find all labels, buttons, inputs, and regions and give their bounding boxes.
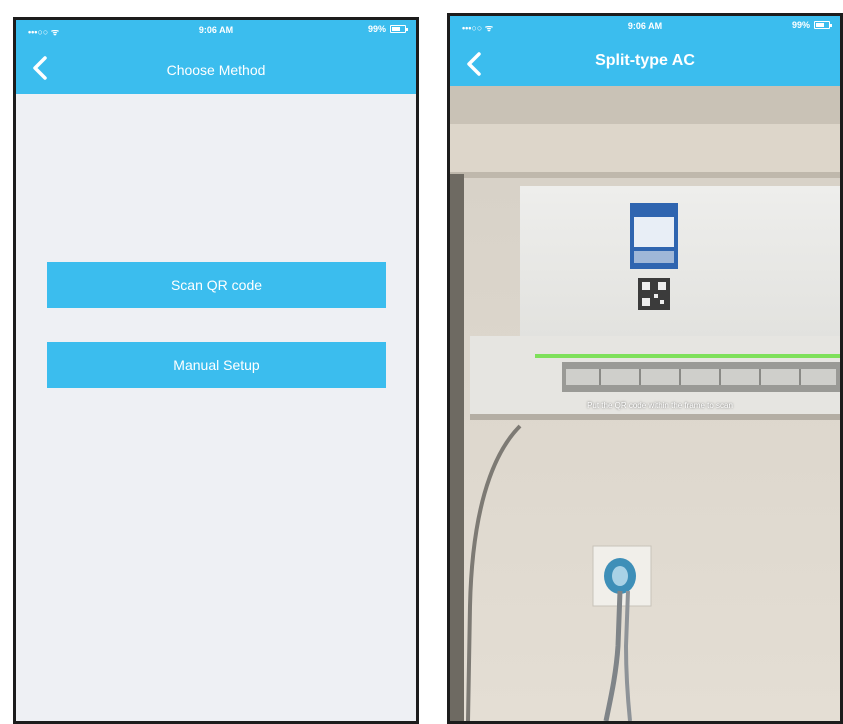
page-title: Choose Method [166, 62, 266, 78]
scan-hint-text: Put the QR code within the frame to scan [587, 401, 733, 410]
status-bar: •••○○ ᯤ 9:06 AM 99% [16, 20, 416, 40]
battery-icon [390, 25, 408, 33]
page-title: Split-type AC [595, 52, 695, 69]
ceiling-molding [450, 86, 840, 124]
qr-code-sticker [638, 278, 670, 310]
battery-percent: 99% [367, 24, 386, 34]
choose-method-screen: •••○○ ᯤ 9:06 AM 99% Choose Method Scan Q… [13, 17, 419, 724]
battery-percent: 99% [791, 20, 810, 30]
battery-status: 99% [367, 24, 408, 34]
camera-viewfinder[interactable]: Put the QR code within the frame to scan [450, 86, 840, 721]
navigation-bar: •••○○ ᯤ 9:06 AM 99% Split-type AC [450, 16, 840, 86]
battery-status: 99% [791, 20, 832, 30]
battery-icon [814, 21, 832, 29]
navigation-bar: •••○○ ᯤ 9:06 AM 99% Choose Method [16, 20, 416, 94]
status-bar: •••○○ ᯤ 9:06 AM 99% [450, 16, 840, 36]
status-time: 9:06 AM [198, 25, 234, 35]
chevron-left-icon [467, 52, 481, 76]
chevron-left-icon [33, 56, 47, 80]
manual-setup-button[interactable]: Manual Setup [47, 342, 386, 388]
status-time: 9:06 AM [627, 21, 663, 31]
back-button[interactable] [460, 46, 490, 82]
scan-qr-code-button[interactable]: Scan QR code [47, 262, 386, 308]
scan-line [535, 354, 840, 358]
qr-scan-screen: •••○○ ᯤ 9:06 AM 99% Split-type AC Put th… [447, 13, 843, 724]
back-button[interactable] [26, 50, 56, 86]
